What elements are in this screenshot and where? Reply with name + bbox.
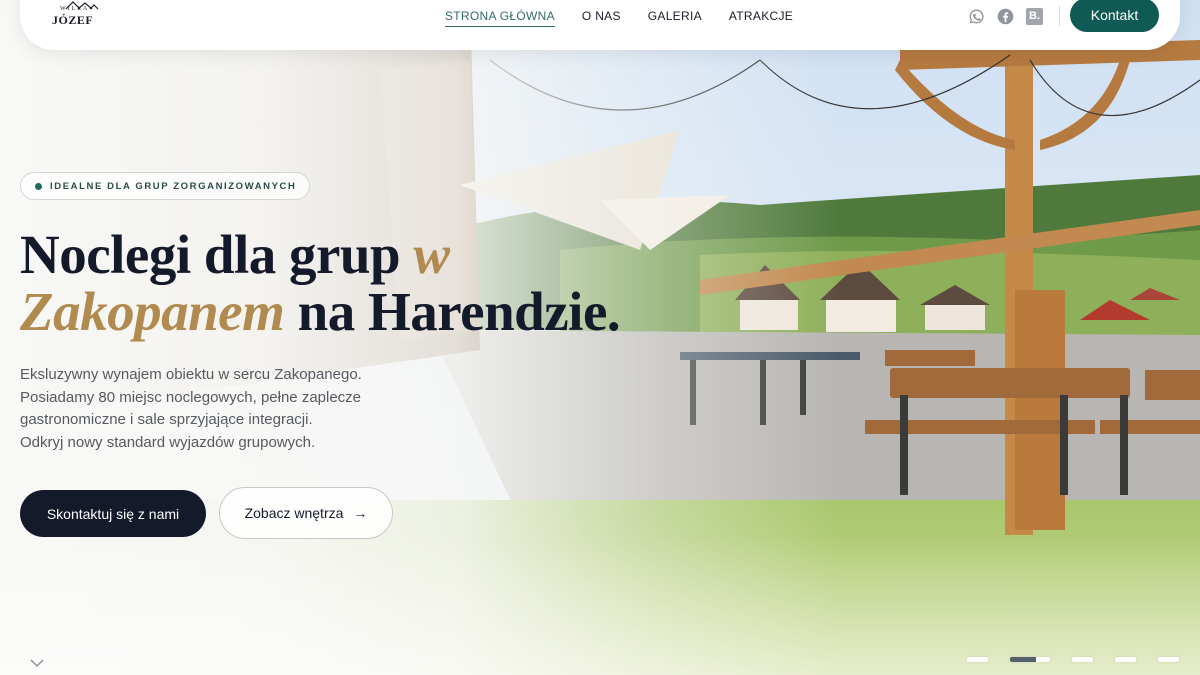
hero-description: Eksluzywny wynajem obiektu w sercu Zakop… [20,364,400,454]
slider-dot-active[interactable] [1010,657,1050,662]
booking-icon[interactable]: B. [1026,7,1043,25]
chevron-down-icon[interactable] [28,657,46,669]
site-logo[interactable]: WILLA JÓZEF [52,0,112,30]
badge-dot-icon [35,182,42,190]
nav-link-gallery[interactable]: GALERIA [648,9,702,27]
navbar: WILLA JÓZEF STRONA GŁÓWNA O NAS GALERIA … [20,0,1180,50]
nav-divider [1059,6,1060,26]
hero-badge: IDEALNE DLA GRUP ZORGANIZOWANYCH [20,172,311,200]
description-line: Odkryj nowy standard wyjazdów grupowych. [20,433,316,451]
slider-dot[interactable] [967,657,988,662]
description-line: Posiadamy 80 miejsc noclegowych, pełne z… [20,388,362,406]
slider-dot[interactable] [1072,657,1093,662]
contact-us-button[interactable]: Skontaktuj się z nami [20,490,206,537]
logo-subtitle: WILLA [60,6,90,12]
see-interiors-button[interactable]: Zobacz wnętrza → [219,487,393,539]
headline-italic-2: Zakopanem [20,281,285,342]
see-interiors-label: Zobacz wnętrza [244,505,344,521]
arrow-right-icon: → [353,505,368,521]
logo-title: JÓZEF [52,13,94,27]
social-links: B. [968,6,1060,26]
nav-link-about[interactable]: O NAS [582,9,621,27]
contact-button[interactable]: Kontakt [1070,0,1159,32]
headline-part-2: na Harendzie. [284,281,621,342]
headline-italic-1: w [413,224,450,285]
slider-dot[interactable] [1115,657,1136,662]
description-line: gastronomiczne i sale sprzyjające integr… [20,411,313,428]
description-line: Eksluzywny wynajem obiektu w sercu Zakop… [20,366,362,383]
facebook-icon[interactable] [997,8,1014,25]
headline-part-1: Noclegi dla grup [20,224,414,285]
nav-link-attractions[interactable]: ATRAKCJE [729,9,793,27]
slider-dot[interactable] [1158,657,1179,662]
hero-bottom-fade [0,535,1200,675]
whatsapp-icon[interactable] [968,8,985,25]
badge-text: IDEALNE DLA GRUP ZORGANIZOWANYCH [50,180,297,192]
nav-link-home[interactable]: STRONA GŁÓWNA [445,9,555,27]
slider-pagination [967,657,1179,662]
main-navigation: STRONA GŁÓWNA O NAS GALERIA ATRAKCJE [445,9,793,27]
hero-headline: Noclegi dla grup w Zakopanem na Harendzi… [20,226,640,340]
